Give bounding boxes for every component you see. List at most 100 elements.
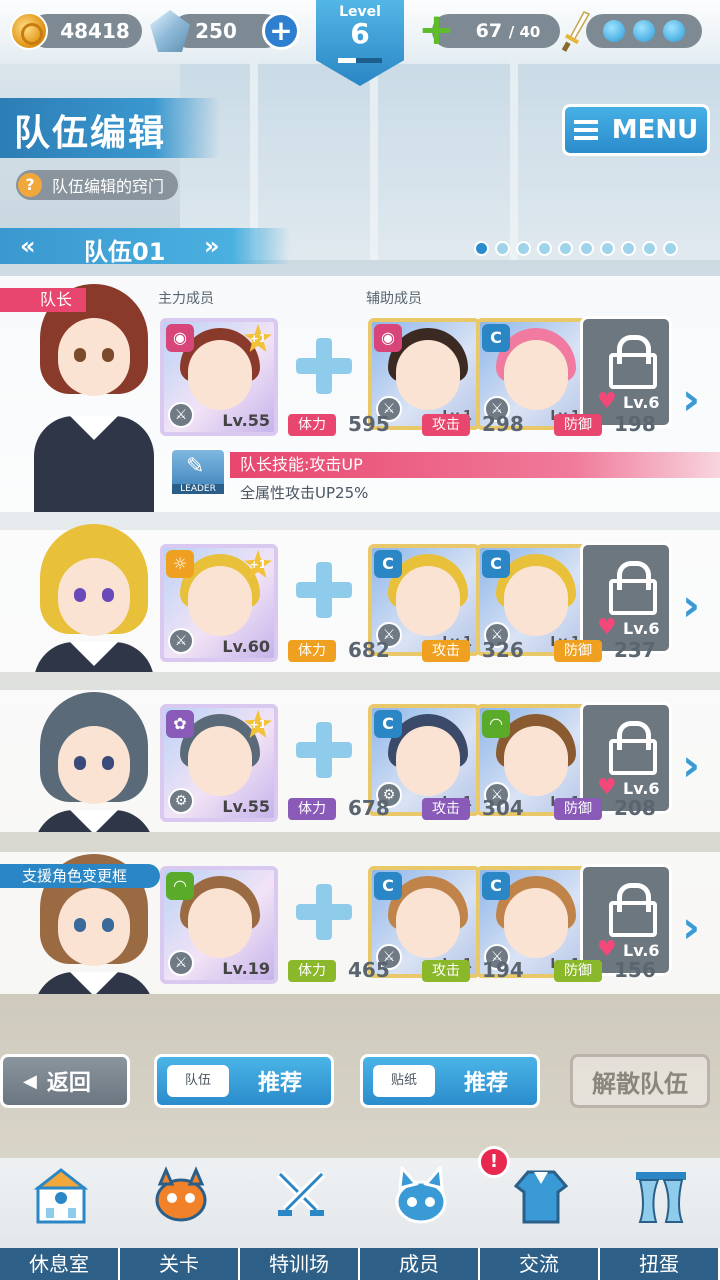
page-dot[interactable] [663,241,678,256]
hint-button[interactable]: ? 队伍编辑的窍门 [16,170,179,200]
page-dot[interactable] [600,241,615,256]
hp-tag: 体力 [288,640,336,662]
page-dot[interactable] [474,241,489,256]
main-member-card[interactable]: ☼ +1 ⚔ Lv.60 [160,544,278,662]
atk-value: 194 [482,958,524,982]
hp-tag: 体力 [288,414,336,436]
stamina-max: / 40 [508,23,541,41]
prev-team-arrow[interactable]: « [20,232,36,260]
attribute-icon: ◠ [482,710,510,738]
member-portrait-2[interactable] [24,516,164,672]
def-tag: 防御 [554,640,602,662]
member-portrait-3[interactable] [24,684,164,832]
heart-icon: ♥ [597,615,617,640]
hp-value: 465 [348,958,390,982]
weapon-icon: ⚔ [168,402,194,428]
hp-tag: 体力 [288,960,336,982]
disband-team-button[interactable]: 解散队伍 [570,1054,710,1108]
def-tag: 防御 [554,798,602,820]
page-dot[interactable] [495,241,510,256]
buy-gems-button[interactable]: + [262,12,300,50]
weapon-icon: ⚙ [168,788,194,814]
next-team-arrow[interactable]: » [204,232,220,260]
nav-item-training[interactable]: 特训场 [240,1158,360,1280]
hint-text: 队伍编辑的窍门 [52,177,165,196]
nav-label: 关卡 [120,1248,240,1280]
lock-icon [609,883,657,937]
feather-icon: ✎ [186,454,205,479]
hp-value: 682 [348,638,390,662]
main-member-label: 主力成员 [158,291,214,307]
support-change-tag[interactable]: 支援角色变更框 [0,864,160,888]
def-value: 237 [614,638,656,662]
leader-skill-icon: ✎ LEADER [170,448,226,496]
heart-icon: ♥ [597,389,617,414]
ticket-orb-icon [633,20,655,42]
atk-tag: 攻击 [422,414,470,436]
attribute-icon: C [374,710,402,738]
def-tag: 防御 [554,414,602,436]
attribute-icon: C [482,872,510,900]
monster-icon [155,1166,207,1222]
lock-icon [609,721,657,775]
def-value: 156 [614,958,656,982]
card-level: Lv.60 [222,637,270,656]
page-dot[interactable] [579,241,594,256]
row-detail-arrow[interactable]: › [682,744,712,788]
atk-value: 298 [482,412,524,436]
nav-item-stages[interactable]: 关卡 [120,1158,240,1280]
main-member-card[interactable]: ◠ ⚔ Lv.19 [160,866,278,984]
sticker-recommend-label: 推荐 [463,1071,508,1096]
hp-tag: 体力 [288,798,336,820]
row-detail-arrow[interactable]: › [682,906,712,950]
nav-item-gacha[interactable]: 扭蛋 [600,1158,720,1280]
disband-label: 解散队伍 [592,1069,688,1098]
attribute-icon: ◠ [166,872,194,900]
nav-label: 扭蛋 [600,1248,720,1280]
ticket-orb-icon [603,20,625,42]
back-label: 返回 [46,1071,91,1096]
crossed-swords-icon [276,1170,326,1216]
page-dot[interactable] [642,241,657,256]
hamburger-icon [573,120,598,140]
plus-icon [296,722,352,778]
leader-skill-desc: 全属性攻击UP25% [240,484,369,502]
lock-icon [609,335,657,389]
back-arrow-icon: ◀ [23,1070,37,1092]
atk-value: 326 [482,638,524,662]
team-recommend-label: 推荐 [257,1071,302,1096]
stamina-plus-icon[interactable]: + [418,8,455,52]
ticket-orb-icon [663,20,685,42]
def-value: 198 [614,412,656,436]
page-dot[interactable] [621,241,636,256]
page-title: 队伍编辑 [14,113,167,154]
main-member-card[interactable]: ✿ +1 ⚙ Lv.55 [160,704,278,822]
menu-label: MENU [611,115,699,145]
question-icon: ? [18,173,42,197]
nav-item-members[interactable]: 成员 [360,1158,480,1280]
atk-value: 304 [482,796,524,820]
menu-button[interactable]: MENU [562,104,710,156]
nav-label: 成员 [360,1248,480,1280]
unlock-level: Lv.6 [623,619,660,638]
nav-item-lounge[interactable]: 休息室 [0,1158,120,1280]
level-progress-bar [338,58,382,63]
attribute-icon: C [374,872,402,900]
page-dot[interactable] [558,241,573,256]
row-detail-arrow[interactable]: › [682,378,712,422]
team-tag: 队伍 [167,1065,229,1097]
attribute-icon: C [482,550,510,578]
nav-label: 交流 [480,1248,600,1280]
back-button[interactable]: ◀ 返回 [0,1054,130,1108]
row-detail-arrow[interactable]: › [682,584,712,628]
sticker-recommend-button[interactable]: 贴纸 推荐 [360,1054,540,1108]
attribute-icon: ✿ [166,710,194,738]
main-member-card[interactable]: ◉ +1 ⚔ Lv.55 [160,318,278,436]
attribute-icon: ◉ [166,324,194,352]
level-value: 6 [350,17,370,50]
page-dot[interactable] [537,241,552,256]
team-recommend-button[interactable]: 队伍 推荐 [154,1054,334,1108]
attribute-icon: ☼ [166,550,194,578]
page-dot[interactable] [516,241,531,256]
atk-tag: 攻击 [422,960,470,982]
